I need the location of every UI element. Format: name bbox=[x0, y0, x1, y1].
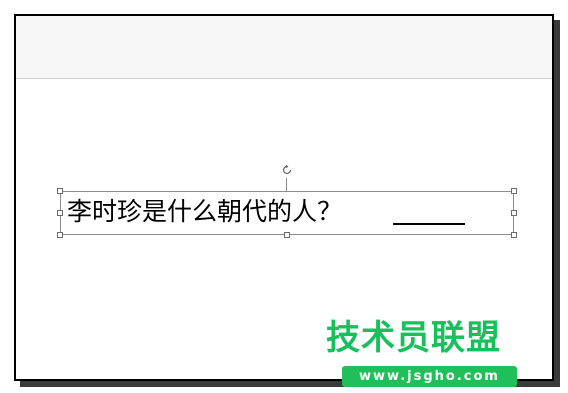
question-text[interactable]: 李时珍是什么朝代的人？ bbox=[67, 195, 342, 229]
rotate-handle-icon[interactable] bbox=[281, 164, 293, 176]
answer-blank-line bbox=[393, 223, 465, 225]
resize-handle-middle-right[interactable] bbox=[511, 210, 517, 216]
resize-handle-bottom-middle[interactable] bbox=[284, 232, 290, 238]
resize-handle-top-left[interactable] bbox=[57, 188, 63, 194]
watermark-url: www.jsgho.com bbox=[342, 366, 517, 387]
resize-handle-top-right[interactable] bbox=[511, 188, 517, 194]
resize-handle-bottom-right[interactable] bbox=[511, 232, 517, 238]
rotate-stem bbox=[286, 178, 287, 192]
selected-text-box[interactable]: 李时珍是什么朝代的人？ bbox=[57, 164, 517, 238]
resize-handle-middle-left[interactable] bbox=[57, 210, 63, 216]
resize-handle-bottom-left[interactable] bbox=[57, 232, 63, 238]
top-band bbox=[16, 16, 552, 79]
watermark-title: 技术员联盟 bbox=[325, 317, 501, 359]
